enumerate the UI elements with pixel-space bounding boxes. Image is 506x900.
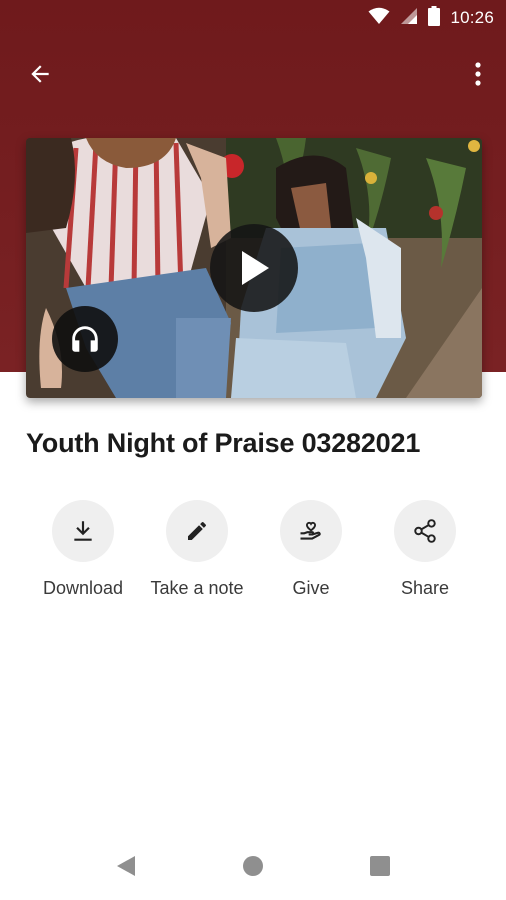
nav-back-button[interactable]	[112, 852, 140, 880]
status-bar: 10:26	[0, 0, 506, 36]
sermon-thumbnail[interactable]	[26, 138, 482, 398]
give-circle	[280, 500, 342, 562]
more-options-button[interactable]	[466, 56, 490, 92]
headphones-icon	[72, 326, 98, 352]
sermon-title: Youth Night of Praise 03282021	[26, 428, 421, 458]
wifi-icon	[368, 7, 390, 30]
download-button[interactable]: Download	[26, 500, 140, 599]
nav-back-icon	[117, 856, 135, 876]
nav-recents-button[interactable]	[366, 852, 394, 880]
audio-button[interactable]	[52, 306, 118, 372]
share-icon	[414, 519, 436, 543]
heart-hand-icon	[300, 521, 321, 540]
status-time: 10:26	[450, 8, 494, 27]
signal-icon	[400, 7, 418, 30]
give-label: Give	[292, 578, 330, 598]
download-label: Download	[42, 578, 124, 598]
system-nav-bar	[0, 830, 506, 900]
nav-recents-icon	[370, 856, 390, 876]
pencil-icon	[188, 521, 207, 540]
arrow-back-icon	[31, 65, 49, 83]
take-note-button[interactable]: Take a note	[140, 500, 254, 599]
take-note-label: Take a note	[150, 578, 244, 598]
nav-home-icon	[243, 856, 263, 876]
nav-home-button[interactable]	[239, 852, 267, 880]
battery-icon	[428, 5, 441, 31]
share-circle	[394, 500, 456, 562]
back-button[interactable]	[22, 56, 58, 92]
give-button[interactable]: Give	[254, 500, 368, 599]
download-circle	[52, 500, 114, 562]
status-icons: 10:26	[368, 5, 494, 31]
share-button[interactable]: Share	[368, 500, 482, 599]
download-icon	[74, 521, 92, 541]
play-icon	[242, 251, 269, 285]
take-note-circle	[166, 500, 228, 562]
play-button[interactable]	[210, 224, 298, 312]
more-vert-icon	[475, 62, 481, 86]
share-label: Share	[400, 578, 450, 598]
